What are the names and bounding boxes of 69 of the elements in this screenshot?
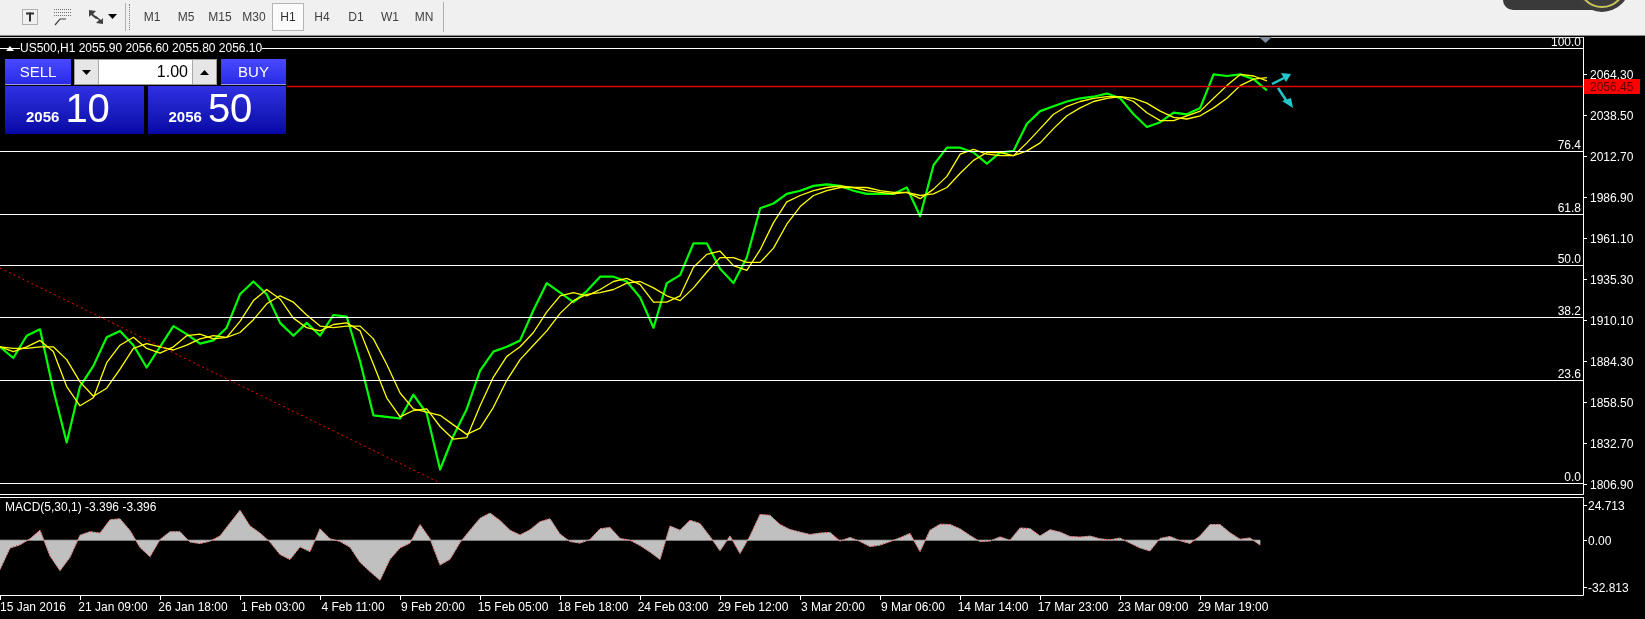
price-axis-label: 1832.70 — [1582, 437, 1634, 451]
y-tick-label: 1884.30 — [1590, 355, 1634, 369]
indicator-axis-label: 24.713 — [1582, 499, 1625, 513]
x-tick-label: 4 Feb 11:00 — [321, 600, 385, 614]
x-tick-label: 3 Mar 20:00 — [800, 600, 866, 614]
y-tick-label: 1910.10 — [1590, 314, 1634, 328]
x-tick-label: 14 Mar 14:00 — [957, 600, 1029, 614]
y-tick-label: 1986.90 — [1590, 191, 1634, 205]
y-tick-label: 2012.70 — [1590, 150, 1634, 164]
fibonacci-level-label: 23.6 — [1557, 367, 1581, 381]
y-tick-label: 1832.70 — [1590, 437, 1634, 451]
time-axis-label: 29 Mar 19:00 — [1197, 594, 1269, 614]
time-axis-label: 9 Feb 20:00 — [400, 594, 466, 614]
price-axis-label: 1884.30 — [1582, 355, 1634, 369]
y-tick-label: 0.00 — [1588, 534, 1612, 548]
y-tick-label: 1961.10 — [1590, 232, 1634, 246]
y-tick-label: 1858.50 — [1590, 396, 1634, 410]
time-axis-label: 24 Feb 03:00 — [637, 594, 709, 614]
x-tick-label: 9 Feb 20:00 — [400, 600, 466, 614]
x-tick-label: 1 Feb 03:00 — [240, 600, 306, 614]
x-tick-label: 26 Jan 18:00 — [158, 600, 229, 614]
fibonacci-level-label: 38.2 — [1557, 304, 1581, 318]
fibonacci-level-label: 50.0 — [1557, 252, 1581, 266]
current-price-label: 2056.45 — [1584, 79, 1640, 94]
x-tick-label: 9 Mar 06:00 — [880, 600, 946, 614]
price-axis-label: 2012.70 — [1582, 150, 1634, 164]
time-axis-label: 1 Feb 03:00 — [240, 594, 306, 614]
fibonacci-level-label: 100.0 — [1550, 36, 1581, 49]
time-axis-label: 17 Mar 23:00 — [1037, 594, 1109, 614]
time-axis-label: 21 Jan 09:00 — [78, 594, 148, 614]
time-axis-label: 4 Feb 11:00 — [320, 594, 385, 614]
price-axis-label: 1986.90 — [1582, 191, 1634, 205]
y-tick-label: 1935.30 — [1590, 273, 1634, 287]
x-tick-label: 18 Feb 18:00 — [557, 600, 629, 614]
price-axis-label: 1910.10 — [1582, 314, 1634, 328]
y-tick-label: 1806.90 — [1590, 478, 1634, 492]
time-axis-label: 18 Feb 18:00 — [557, 594, 629, 614]
y-tick-label: 2064.30 — [1590, 68, 1634, 82]
y-tick-label: 24.713 — [1588, 499, 1626, 513]
x-tick-label: 15 Feb 05:00 — [477, 600, 549, 614]
indicator-title: MACD(5,30,1) -3.396 -3.396 — [5, 500, 157, 514]
y-tick-label: 2038.50 — [1590, 109, 1634, 123]
time-axis-label: 9 Mar 06:00 — [880, 594, 945, 614]
time-axis-label: 29 Feb 12:00 — [717, 594, 789, 614]
time-axis-label: 15 Jan 2016 — [0, 594, 67, 614]
time-axis-label: 15 Feb 05:00 — [477, 594, 549, 614]
x-tick-label: 23 Mar 09:00 — [1117, 600, 1189, 614]
x-tick-label: 15 Jan 2016 — [0, 600, 67, 614]
fibonacci-level-label: 0.0 — [1564, 470, 1581, 484]
time-axis-label: 26 Jan 18:00 — [158, 594, 228, 614]
price-axis-label: 1935.30 — [1582, 273, 1634, 287]
x-tick-label: 21 Jan 09:00 — [78, 600, 149, 614]
x-tick-label: 29 Feb 12:00 — [717, 600, 789, 614]
price-axis-label: 1961.10 — [1582, 232, 1634, 246]
price-axis-label: 1858.50 — [1582, 396, 1634, 410]
chart-title: US500,H1 2055.90 2056.60 2055.80 2056.10 — [20, 41, 263, 55]
price-axis-label: 1806.90 — [1582, 478, 1634, 492]
price-axis-label: 2064.30 — [1582, 68, 1634, 82]
indicator-axis-label: 0.00 — [1582, 534, 1612, 548]
x-tick-label: 24 Feb 03:00 — [637, 600, 709, 614]
time-axis-label: 3 Mar 20:00 — [800, 594, 865, 614]
price-axis-label: 2038.50 — [1582, 109, 1634, 123]
time-axis-label: 23 Mar 09:00 — [1117, 594, 1189, 614]
indicator-axis-label: -32.813 — [1582, 581, 1629, 595]
x-tick-label: 29 Mar 19:00 — [1197, 600, 1269, 614]
fibonacci-level-label: 76.4 — [1557, 138, 1581, 152]
time-axis-label: 14 Mar 14:00 — [957, 594, 1029, 614]
fibonacci-level-label: 61.8 — [1557, 201, 1581, 215]
x-tick-label: 17 Mar 23:00 — [1037, 600, 1109, 614]
